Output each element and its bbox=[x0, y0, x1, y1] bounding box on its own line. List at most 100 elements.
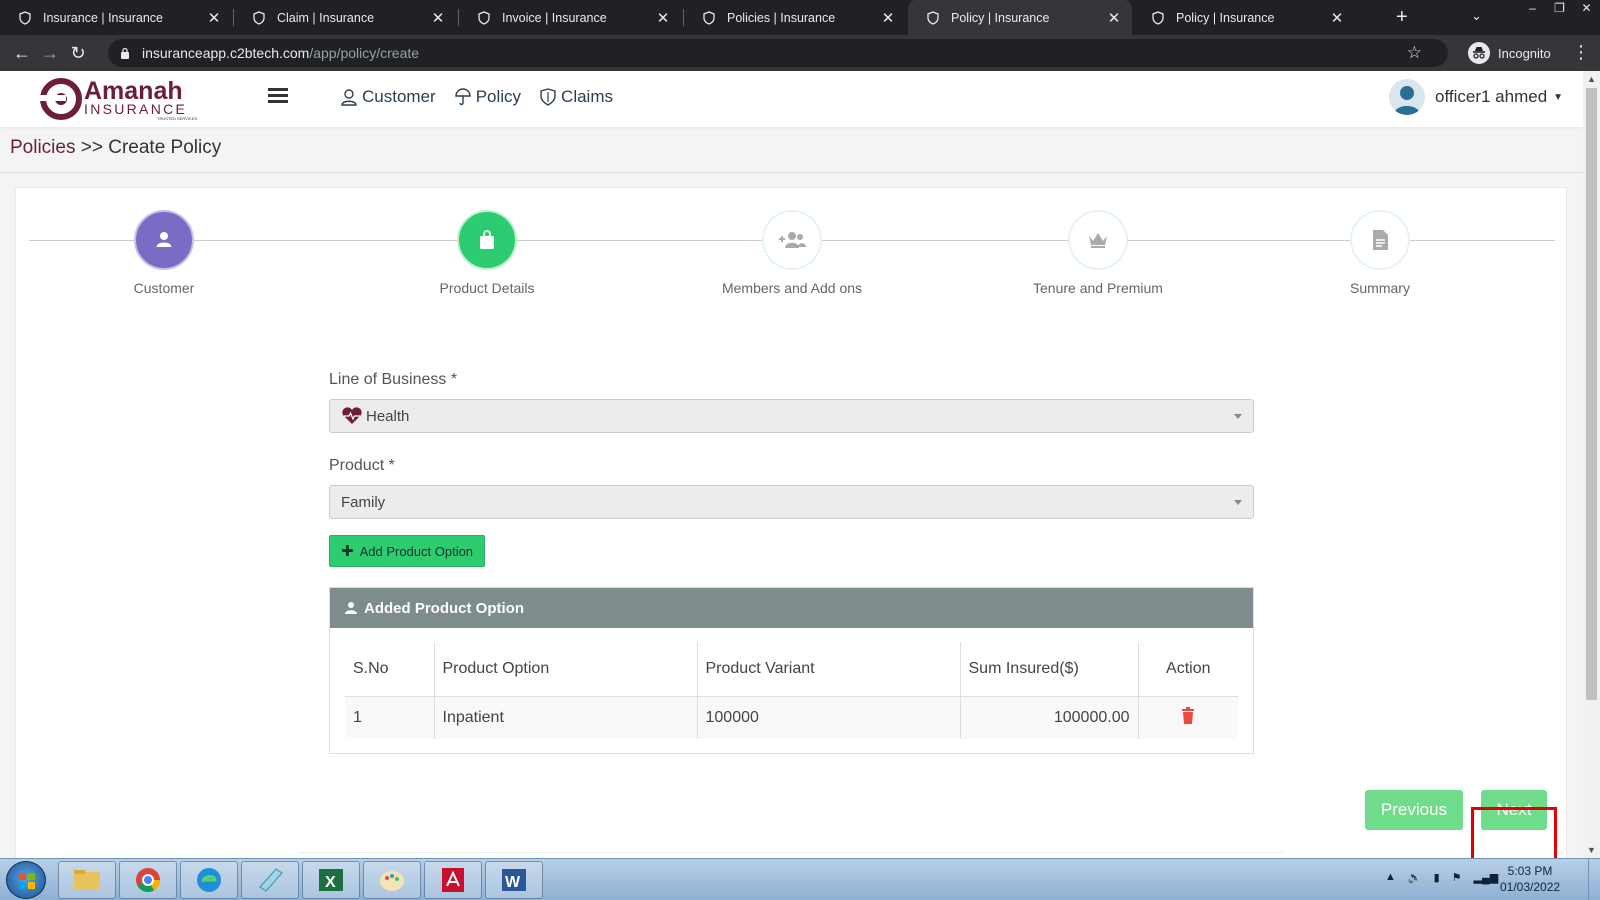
word-icon[interactable]: W bbox=[485, 861, 543, 899]
trash-icon[interactable] bbox=[1181, 706, 1195, 724]
amanah-logo[interactable]: Amanah INSURANCE TRUSTED SERVICES bbox=[40, 75, 210, 123]
step-circle bbox=[1068, 210, 1128, 270]
paint-icon[interactable] bbox=[363, 861, 421, 899]
nav-customer[interactable]: Customer bbox=[340, 87, 436, 107]
previous-button[interactable]: Previous bbox=[1365, 790, 1463, 830]
step-circle bbox=[134, 210, 194, 270]
cell-product-option: Inpatient bbox=[433, 696, 697, 739]
excel-icon[interactable]: X bbox=[302, 861, 360, 899]
line-of-business-value: Health bbox=[366, 407, 410, 425]
step-customer[interactable]: Customer bbox=[64, 210, 264, 296]
shield-icon bbox=[540, 88, 556, 106]
browser-tab[interactable]: Policy | Insurance ✕ bbox=[1133, 0, 1355, 35]
tab-title: Invoice | Insurance bbox=[502, 10, 607, 25]
restore-icon[interactable]: ❐ bbox=[1546, 0, 1573, 18]
taskbar-clock[interactable]: 5:03 PM 01/03/2022 bbox=[1500, 863, 1560, 895]
caret-down-icon bbox=[1234, 500, 1242, 505]
browser-tab[interactable]: Claim | Insurance ✕ bbox=[234, 0, 456, 35]
umbrella-icon bbox=[454, 88, 471, 106]
browser-tab[interactable]: Invoice | Insurance ✕ bbox=[459, 0, 681, 35]
breadcrumb-parent[interactable]: Policies bbox=[10, 137, 75, 158]
product-label: Product * bbox=[329, 457, 395, 474]
product-select[interactable]: Family bbox=[329, 485, 1254, 519]
more-menu-icon[interactable]: ⋮ bbox=[1572, 42, 1590, 63]
breadcrumb-current: Create Policy bbox=[108, 137, 222, 158]
svg-text:X: X bbox=[325, 874, 336, 891]
shield-icon bbox=[1151, 10, 1167, 26]
close-window-icon[interactable]: ✕ bbox=[1573, 0, 1600, 18]
back-icon[interactable]: ← bbox=[8, 43, 36, 64]
hamburger-menu-icon[interactable] bbox=[268, 88, 288, 104]
shield-icon bbox=[477, 10, 493, 26]
tab-title: Claim | Insurance bbox=[277, 10, 375, 25]
browser-tab[interactable]: Insurance | Insurance ✕ bbox=[0, 0, 232, 35]
edge-icon[interactable] bbox=[180, 861, 238, 899]
breadcrumb: Policies >> Create Policy bbox=[10, 137, 221, 159]
close-icon[interactable]: ✕ bbox=[655, 9, 671, 27]
added-product-option-panel: Added Product Option S.No Product Option… bbox=[329, 587, 1254, 754]
close-icon[interactable]: ✕ bbox=[430, 9, 446, 27]
scroll-down-icon[interactable]: ▼ bbox=[1587, 845, 1596, 855]
close-icon[interactable]: ✕ bbox=[1106, 9, 1122, 27]
reload-icon[interactable]: ↻ bbox=[64, 43, 92, 64]
shield-icon bbox=[702, 10, 718, 26]
browser-tab[interactable]: Policies | Insurance ✕ bbox=[684, 0, 906, 35]
new-tab-button[interactable]: + bbox=[1396, 6, 1408, 28]
step-product-details[interactable]: Product Details bbox=[387, 210, 587, 296]
step-circle bbox=[457, 210, 517, 270]
column-header: Action bbox=[1137, 642, 1238, 697]
step-tenure-premium[interactable]: Tenure and Premium bbox=[998, 210, 1198, 296]
close-icon[interactable]: ✕ bbox=[1329, 9, 1345, 27]
next-button-highlight bbox=[1471, 807, 1557, 861]
step-label: Members and Add ons bbox=[721, 280, 863, 296]
tray-expand-icon[interactable]: ▲ bbox=[1385, 871, 1396, 884]
acrobat-icon[interactable] bbox=[424, 861, 482, 899]
tab-title: Policies | Insurance bbox=[727, 10, 836, 25]
close-icon[interactable]: ✕ bbox=[206, 9, 222, 27]
forward-icon[interactable]: → bbox=[36, 43, 64, 64]
nav-claims[interactable]: Claims bbox=[539, 87, 613, 107]
step-label: Tenure and Premium bbox=[1033, 280, 1163, 296]
scrollbar-thumb[interactable] bbox=[1586, 88, 1597, 700]
column-header: Product Variant bbox=[696, 642, 960, 697]
shield-icon bbox=[252, 10, 268, 26]
user-menu[interactable]: officer1 ahmed ▼ bbox=[1389, 79, 1563, 115]
url-host: insuranceapp.c2btech.com bbox=[142, 45, 310, 61]
add-product-option-button[interactable]: ✚ Add Product Option bbox=[329, 535, 486, 567]
battery-icon[interactable]: ▮ bbox=[1434, 871, 1440, 884]
volume-icon[interactable]: 🔈 bbox=[1408, 871, 1422, 884]
file-explorer-icon[interactable] bbox=[58, 861, 116, 899]
page-scrollbar[interactable]: ▲ ▼ bbox=[1583, 71, 1600, 858]
user-icon bbox=[156, 232, 172, 247]
step-summary[interactable]: Summary bbox=[1280, 210, 1480, 296]
star-icon[interactable]: ☆ bbox=[1407, 43, 1422, 63]
notepad-icon[interactable] bbox=[241, 861, 299, 899]
start-button[interactable] bbox=[6, 861, 46, 899]
avatar bbox=[1389, 79, 1425, 115]
browser-tab-active[interactable]: Policy | Insurance ✕ bbox=[908, 0, 1132, 35]
minimize-icon[interactable]: – bbox=[1519, 0, 1546, 18]
step-members-addons[interactable]: Members and Add ons bbox=[692, 210, 892, 296]
cell-action bbox=[1137, 696, 1238, 739]
address-bar[interactable]: insuranceapp.c2btech.com/app/policy/crea… bbox=[108, 39, 1448, 67]
step-label: Customer bbox=[133, 280, 195, 296]
flag-icon[interactable]: ⚑ bbox=[1452, 871, 1462, 884]
close-icon[interactable]: ✕ bbox=[880, 9, 896, 27]
show-desktop-button[interactable] bbox=[1588, 859, 1600, 900]
nav-policy[interactable]: Policy bbox=[454, 87, 521, 107]
tab-title: Insurance | Insurance bbox=[43, 10, 163, 25]
cell-sum-insured: 100000.00 bbox=[959, 696, 1138, 739]
scroll-up-icon[interactable]: ▲ bbox=[1587, 74, 1596, 84]
line-of-business-select[interactable]: Health bbox=[329, 399, 1254, 433]
incognito-indicator[interactable]: Incognito bbox=[1468, 39, 1551, 67]
line-of-business-label: Line of Business * bbox=[329, 371, 458, 388]
signal-icon[interactable]: ▂▄▆ bbox=[1474, 871, 1499, 884]
step-circle bbox=[762, 210, 822, 270]
chrome-icon[interactable] bbox=[119, 861, 177, 899]
cell-product-variant: 100000 bbox=[696, 696, 960, 739]
step-label: Product Details bbox=[439, 280, 535, 296]
chevron-down-icon[interactable]: ⌄ bbox=[1471, 8, 1482, 24]
breadcrumb-separator: >> bbox=[80, 137, 103, 158]
divider bbox=[0, 172, 1583, 173]
column-header: Sum Insured($) bbox=[959, 642, 1138, 697]
